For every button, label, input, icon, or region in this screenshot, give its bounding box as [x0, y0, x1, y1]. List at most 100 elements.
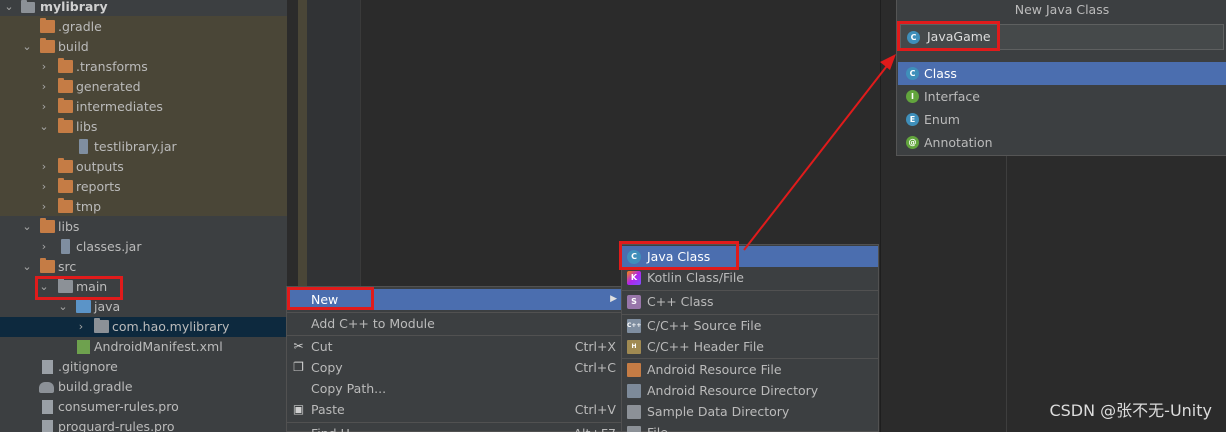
chevron-right-icon[interactable]: › [38, 237, 50, 257]
tree-item-tmp[interactable]: › tmp [0, 197, 287, 217]
menu-item-add-cpp[interactable]: Add C++ to Module [287, 313, 622, 334]
tree-item-label: main [76, 279, 108, 294]
folder-icon [627, 405, 641, 419]
jar-icon [61, 239, 70, 254]
folder-icon [58, 178, 73, 193]
tree-item-transforms[interactable]: › .transforms [0, 57, 287, 77]
context-menu: New ▶ Add C++ to Module ✂ Cut Ctrl+X ❐ C… [286, 286, 623, 432]
tree-item-label: src [58, 259, 77, 274]
submenu-item-java-class[interactable]: C Java Class [622, 246, 878, 267]
tree-item-src[interactable]: ⌄ src [0, 257, 287, 277]
class-name-value[interactable]: JavaGame [927, 25, 991, 49]
tree-item-label: com.hao.mylibrary [112, 319, 230, 334]
submenu-item-cpp-source[interactable]: C++ C/C++ Source File [622, 315, 878, 336]
tree-item-intermediates[interactable]: › intermediates [0, 97, 287, 117]
tree-item-proguard-rules[interactable]: proguard-rules.pro [0, 417, 287, 432]
folder-icon [40, 38, 55, 53]
chevron-right-icon[interactable]: › [75, 317, 87, 337]
submenu-item-cpp-class[interactable]: S C++ Class [622, 291, 878, 312]
tree-item-gitignore[interactable]: .gitignore [0, 357, 287, 377]
submenu-item-label: C/C++ Header File [647, 339, 764, 354]
kind-item-interface[interactable]: I Interface [898, 85, 1226, 108]
chevron-right-icon[interactable]: › [38, 77, 50, 97]
tree-item-classes-jar[interactable]: › classes.jar [0, 237, 287, 257]
kind-item-enum[interactable]: E Enum [898, 108, 1226, 131]
tree-item-reports[interactable]: › reports [0, 177, 287, 197]
new-java-class-dialog: New Java Class C JavaGame C Class I Inte… [896, 0, 1226, 156]
submenu-item-android-resource-dir[interactable]: Android Resource Directory [622, 380, 878, 401]
tree-item-label: build [58, 39, 89, 54]
manifest-icon [77, 340, 90, 354]
tree-item-outputs[interactable]: › outputs [0, 157, 287, 177]
folder-icon [58, 78, 73, 93]
submenu-item-kotlin[interactable]: K Kotlin Class/File [622, 267, 878, 288]
chevron-right-icon[interactable]: › [38, 177, 50, 197]
scissors-icon: ✂ [293, 339, 304, 353]
tree-item-label: testlibrary.jar [94, 139, 177, 154]
tree-item-main[interactable]: ⌄ main [0, 277, 287, 297]
chevron-down-icon[interactable]: ⌄ [21, 257, 33, 277]
tree-item-build[interactable]: ⌄ build [0, 37, 287, 57]
menu-item-copy-path[interactable]: Copy Path... [287, 378, 622, 399]
chevron-right-icon[interactable]: › [38, 197, 50, 217]
submenu-item-label: File [647, 422, 668, 432]
cpp-class-icon: S [627, 295, 641, 309]
java-class-icon: C [627, 250, 641, 264]
chevron-right-icon[interactable]: › [38, 97, 50, 117]
folder-icon [58, 98, 73, 113]
tree-item-consumer-rules[interactable]: consumer-rules.pro [0, 397, 287, 417]
kind-item-annotation[interactable]: @ Annotation [898, 131, 1226, 154]
tree-item-package[interactable]: › com.hao.mylibrary [0, 317, 287, 337]
menu-item-cut[interactable]: ✂ Cut Ctrl+X [287, 336, 622, 357]
folder-icon [40, 18, 55, 33]
kind-item-class[interactable]: C Class [898, 62, 1226, 85]
menu-item-label: Add C++ to Module [311, 316, 435, 331]
interface-icon: I [906, 90, 919, 103]
menu-item-new[interactable]: New ▶ [287, 289, 622, 310]
chevron-down-icon[interactable]: ⌄ [38, 117, 50, 137]
tree-item-label: consumer-rules.pro [58, 399, 179, 414]
menu-item-paste[interactable]: ▣ Paste Ctrl+V [287, 399, 622, 420]
submenu-item-file[interactable]: File [622, 422, 878, 432]
tree-item-testlibrary-jar[interactable]: testlibrary.jar [0, 137, 287, 157]
cpp-header-icon: H [627, 340, 641, 354]
submenu-item-label: Kotlin Class/File [647, 270, 744, 285]
tree-item-build-gradle[interactable]: build.gradle [0, 377, 287, 397]
tree-item-gradle[interactable]: .gradle [0, 17, 287, 37]
submenu-item-cpp-header[interactable]: H C/C++ Header File [622, 336, 878, 357]
enum-icon: E [906, 113, 919, 126]
chevron-down-icon[interactable]: ⌄ [21, 37, 33, 57]
menu-item-label: Cut [311, 339, 333, 354]
tree-item-build-libs[interactable]: ⌄ libs [0, 117, 287, 137]
dialog-title: New Java Class [1014, 2, 1110, 17]
submenu-item-android-resource-file[interactable]: Android Resource File [622, 359, 878, 380]
chevron-right-icon[interactable]: › [38, 157, 50, 177]
tree-item-label: reports [76, 179, 121, 194]
clipboard-icon: ▣ [292, 402, 305, 416]
menu-item-copy[interactable]: ❐ Copy Ctrl+C [287, 357, 622, 378]
folder-icon [40, 218, 55, 233]
gradle-icon [39, 382, 54, 393]
tree-item-label: .transforms [76, 59, 148, 74]
chevron-down-icon[interactable]: ⌄ [38, 277, 50, 297]
tree-item-libs[interactable]: ⌄ libs [0, 217, 287, 237]
chevron-down-icon[interactable]: ⌄ [21, 217, 33, 237]
chevron-down-icon[interactable]: ⌄ [3, 0, 15, 17]
chevron-down-icon[interactable]: ⌄ [57, 297, 69, 317]
tree-item-manifest[interactable]: AndroidManifest.xml [0, 337, 287, 357]
class-name-input[interactable]: C JavaGame [900, 24, 1224, 50]
package-icon [94, 318, 109, 333]
tree-item-mylibrary[interactable]: ⌄ mylibrary [0, 0, 287, 17]
jar-icon [79, 139, 88, 154]
copy-icon: ❐ [293, 360, 304, 374]
divider [1006, 155, 1007, 432]
file-icon [627, 426, 641, 432]
tree-item-generated[interactable]: › generated [0, 77, 287, 97]
chevron-right-icon[interactable]: › [38, 57, 50, 77]
tree-item-java[interactable]: ⌄ java [0, 297, 287, 317]
menu-item-shortcut: Ctrl+X [574, 339, 616, 354]
submenu-item-sample-data[interactable]: Sample Data Directory [622, 401, 878, 422]
menu-item-find-usages[interactable]: Find U... Alt+F7 [287, 423, 622, 432]
submenu-item-label: C/C++ Source File [647, 318, 762, 333]
submenu-item-label: Android Resource Directory [647, 383, 819, 398]
